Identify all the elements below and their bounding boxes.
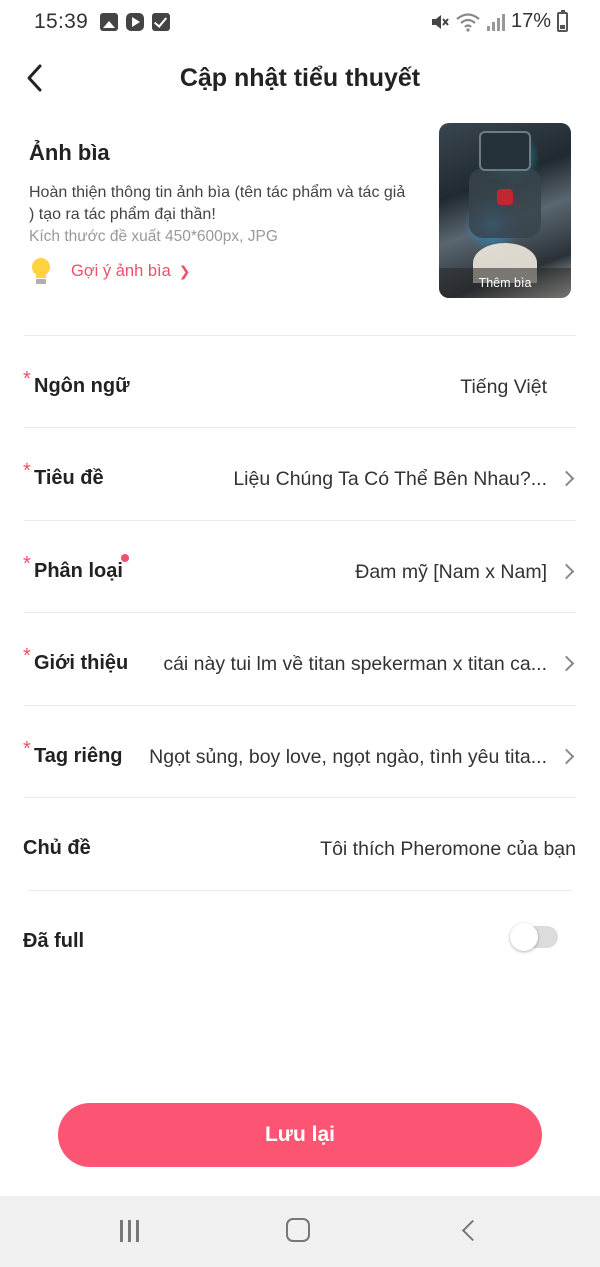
mute-icon (431, 14, 449, 29)
completed-row: Đã full (0, 894, 600, 986)
divider (24, 520, 576, 521)
cover-suggestion-link[interactable]: Gợi ý ảnh bìa ❯ (29, 256, 191, 286)
required-asterisk: * (23, 553, 31, 575)
status-bar: 15:39 17% (0, 0, 600, 46)
nav-back-icon[interactable] (458, 1218, 478, 1244)
wifi-icon (456, 12, 480, 32)
chevron-right-icon (558, 652, 576, 676)
topic-row[interactable]: Chủ đề Tôi thích Pheromone của bạn (0, 801, 600, 893)
system-icons: 17% (429, 9, 568, 33)
home-icon[interactable] (286, 1218, 310, 1242)
chevron-right-icon: ❯ (178, 262, 191, 279)
tags-row[interactable]: * Tag riêng Ngọt sủng, boy love, ngọt ng… (0, 709, 600, 801)
intro-label: Giới thiệu (34, 652, 129, 674)
play-store-icon (126, 13, 144, 31)
toggle-knob (510, 923, 538, 951)
top-app-bar: Cập nhật tiểu thuyết (0, 50, 600, 108)
battery-percent: 17% (510, 10, 551, 32)
cover-description: Hoàn thiện thông tin ảnh bìa (tên tác ph… (29, 184, 406, 223)
cover-section: Ảnh bìa Hoàn thiện thông tin ảnh bìa (tê… (0, 118, 600, 336)
cover-heading: Ảnh bìa (29, 140, 110, 165)
divider (24, 335, 576, 336)
status-time: 15:39 (34, 10, 89, 33)
divider (24, 427, 576, 428)
signal-icon (486, 13, 505, 31)
gallery-icon (100, 13, 118, 31)
required-asterisk: * (23, 738, 31, 760)
chevron-right-icon (558, 745, 576, 769)
save-button[interactable]: Lưu lại (58, 1103, 542, 1167)
new-indicator-dot (121, 554, 129, 562)
language-label: Ngôn ngữ (34, 375, 130, 397)
completed-toggle[interactable] (510, 923, 558, 951)
chevron-right-icon (558, 560, 576, 584)
tags-label: Tag riêng (34, 745, 123, 767)
topic-value: Tôi thích Pheromone của bạn (320, 838, 576, 860)
divider (24, 612, 576, 613)
divider (28, 890, 572, 891)
language-value: Tiếng Việt (460, 376, 547, 398)
tags-value: Ngọt sủng, boy love, ngọt ngào, tình yêu… (149, 746, 547, 768)
cover-size-hint: Kích thước đề xuất 450*600px, JPG (29, 228, 278, 245)
chevron-right-icon (558, 467, 576, 491)
cover-art-core (497, 189, 513, 205)
title-label: Tiêu đề (34, 467, 104, 489)
category-row[interactable]: * Phân loại Đam mỹ [Nam x Nam] (0, 524, 600, 616)
lightbulb-icon (29, 256, 53, 286)
notification-icons (100, 13, 170, 31)
cover-suggestion-label: Gợi ý ảnh bìa (71, 261, 171, 280)
language-row[interactable]: * Ngôn ngữ Tiếng Việt (0, 339, 600, 431)
required-asterisk: * (23, 368, 31, 390)
intro-value: cái này tui lm về titan spekerman x tita… (163, 653, 547, 675)
required-asterisk: * (23, 460, 31, 482)
page-title: Cập nhật tiểu thuyết (179, 64, 421, 92)
completed-label: Đã full (23, 930, 85, 952)
category-label: Phân loại (34, 560, 123, 582)
system-nav-bar (0, 1196, 600, 1267)
divider (24, 797, 576, 798)
checkbox-icon (152, 13, 170, 31)
intro-row[interactable]: * Giới thiệu cái này tui lm về titan spe… (0, 616, 600, 708)
title-row[interactable]: * Tiêu đề Liệu Chúng Ta Có Thể Bên Nhau?… (0, 431, 600, 523)
add-cover-label: Thêm bìa (439, 268, 571, 298)
recent-apps-icon[interactable] (118, 1220, 142, 1242)
cover-art-head (479, 131, 531, 171)
battery-icon (557, 9, 568, 32)
title-value: Liệu Chúng Ta Có Thể Bên Nhau?... (233, 468, 547, 490)
cover-image-picker[interactable]: Thêm bìa (439, 123, 571, 298)
divider (24, 705, 576, 706)
required-asterisk: * (23, 645, 31, 667)
category-value: Đam mỹ [Nam x Nam] (355, 561, 547, 583)
topic-label: Chủ đề (23, 837, 91, 859)
